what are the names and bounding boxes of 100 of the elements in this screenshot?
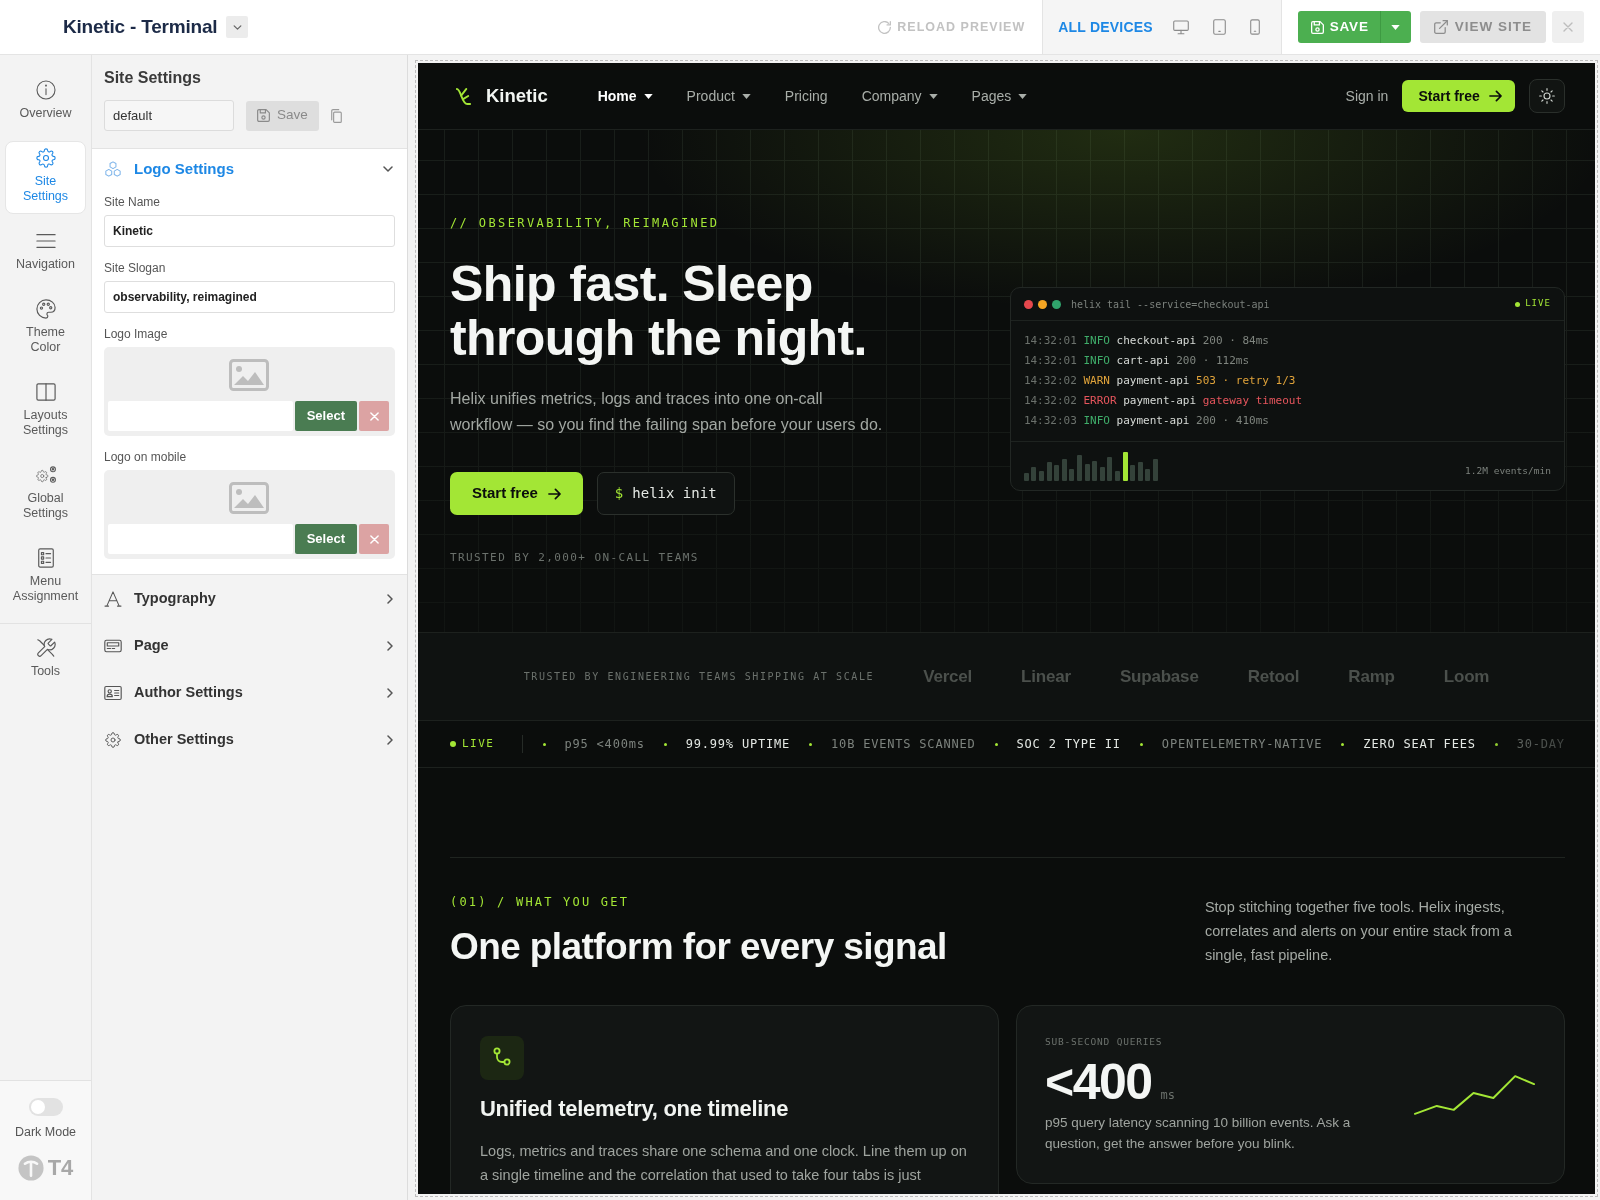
log-line: 14:32:02 WARN payment-api 503 · retry 1/3 [1023, 373, 1297, 389]
arrow-right-icon [547, 487, 561, 500]
log-line: 14:32:02 ERROR payment-api gateway timeout [1023, 393, 1304, 409]
status-dot-icon [1515, 301, 1521, 307]
external-link-icon [1433, 20, 1448, 34]
nav-link[interactable]: Pages [971, 85, 1028, 107]
close-icon [1563, 22, 1573, 32]
dark-mode-toggle[interactable] [28, 1098, 63, 1116]
sidebar-item[interactable]: Menu Assignment [5, 541, 86, 614]
nav-link[interactable]: Company [861, 85, 938, 107]
bullet-icon [994, 742, 998, 746]
ticker-item: p95 <400ms [564, 736, 645, 753]
bullet-icon [1341, 742, 1345, 746]
brand-text: T4 [47, 1155, 74, 1181]
company-name: Ramp [1348, 665, 1395, 688]
company-name: Loom [1443, 665, 1490, 688]
histogram-bar [1031, 467, 1037, 481]
select-button[interactable]: Select [294, 401, 357, 431]
accordion-header[interactable]: Other Settings [92, 716, 407, 763]
text-field[interactable]: Kinetic [104, 215, 395, 247]
company-name: Vercel [923, 665, 973, 688]
chevron-right-icon [387, 593, 393, 604]
company-name: Retool [1247, 665, 1300, 688]
sidebar-item[interactable]: Overview [5, 73, 86, 131]
text-field[interactable]: observability, reimagined [104, 281, 395, 313]
phone-icon [1249, 19, 1260, 35]
nav-link[interactable]: Product [686, 85, 751, 107]
copy-button[interactable] [330, 108, 342, 123]
cubes-icon [104, 161, 122, 177]
gear-icon [104, 731, 122, 748]
title-dropdown-button[interactable] [226, 16, 249, 38]
device-button[interactable] [1249, 19, 1260, 35]
company-name: Linear [1021, 665, 1071, 688]
bullet-icon [663, 742, 667, 746]
sign-in-link[interactable]: Sign in [1345, 85, 1389, 107]
ticker-item: 99.99% UPTIME [685, 736, 791, 753]
preset-field[interactable]: default [104, 100, 234, 131]
window-dot-icon [1051, 299, 1061, 309]
sidebar-item[interactable]: Layouts Settings [5, 375, 86, 448]
card-title: Unified telemetry, one timeline [480, 1095, 790, 1123]
log-line: 14:32:03 INFO payment-api 200 · 410ms [1023, 413, 1270, 429]
theme-toggle-button[interactable] [1528, 79, 1565, 113]
start-free-button[interactable]: Start free [450, 472, 583, 515]
window-icon [104, 637, 122, 654]
select-button[interactable]: Select [294, 524, 357, 554]
remove-button[interactable] [359, 524, 389, 554]
caret-icon [1391, 24, 1401, 30]
sidebar-item[interactable]: Tools [5, 631, 86, 689]
hero-title: Ship fast. Sleep through the night. [450, 257, 868, 365]
accordion-header[interactable]: Logo Settings [92, 149, 407, 189]
accordion-header[interactable]: Author Settings [92, 669, 407, 716]
branch-icon [480, 1036, 524, 1080]
company-name: Supabase [1119, 665, 1199, 688]
field-label: Site Slogan [104, 261, 167, 276]
accordion-header[interactable]: Typography [92, 575, 407, 622]
info-icon [35, 80, 56, 100]
hero-eyebrow: // OBSERVABILITY, REIMAGINED [450, 215, 721, 231]
caret-icon [741, 93, 751, 99]
menu-icon [35, 231, 56, 251]
tools-icon [35, 638, 56, 658]
sun-icon [1538, 88, 1555, 104]
event-rate: 1.2M events/min [1465, 463, 1551, 478]
trusted-label: TRUSTED BY ENGINEERING TEAMS SHIPPING AT SCALE [523, 670, 875, 684]
nav-link[interactable]: Pricing [784, 85, 828, 107]
stat-description: p95 query latency scanning 10 billion events. Ask a question, get the answer before you blink. [1044, 1114, 1352, 1153]
device-button[interactable] [1212, 19, 1226, 35]
caret-icon [643, 93, 653, 99]
sidebar-item[interactable]: Theme Color [5, 292, 86, 365]
nav-link[interactable]: Home [597, 85, 653, 107]
bullet-icon [542, 742, 546, 746]
gear-icon [35, 148, 56, 168]
copy-icon [330, 108, 342, 123]
accordion-header[interactable]: Page [92, 622, 407, 669]
window-dot-icon [1023, 299, 1033, 309]
status-dot-icon [450, 741, 456, 747]
start-free-button[interactable]: Start free [1402, 80, 1515, 112]
chevron-right-icon [387, 640, 393, 651]
sidebar-item[interactable]: Global Settings [5, 458, 86, 531]
columns-icon [35, 382, 56, 402]
gears-icon [35, 465, 56, 485]
sidebar-item[interactable]: Navigation [5, 224, 86, 282]
tablet-icon [1212, 19, 1226, 35]
device-button[interactable] [1172, 19, 1189, 35]
chevron-right-icon [387, 687, 393, 698]
terminal-command: helix tail --service=checkout-api [1070, 297, 1270, 312]
command-button[interactable]: $ helix init [596, 472, 735, 515]
checklist-icon [35, 548, 56, 568]
card-description: Logs, metrics and traces share one schema and one clock. Line them up on a single timeline and the correlation that used to take four tabs is just [480, 1142, 968, 1185]
close-icon [369, 534, 379, 544]
logo-icon [17, 1155, 44, 1181]
arrow-right-icon [1488, 90, 1502, 102]
sidebar-item[interactable]: Site Settings [5, 141, 86, 214]
hero-description: Helix unifies metrics, logs and traces into one on-call workflow — so you find the failing span before your users do. [450, 389, 884, 435]
panel-title: Site Settings [104, 68, 202, 88]
save-options-button[interactable] [1379, 11, 1411, 43]
histogram-bar [1023, 473, 1029, 481]
font-icon [104, 590, 122, 607]
close-button[interactable] [1552, 11, 1584, 43]
remove-button[interactable] [359, 401, 389, 431]
histogram-bar [1122, 452, 1128, 481]
